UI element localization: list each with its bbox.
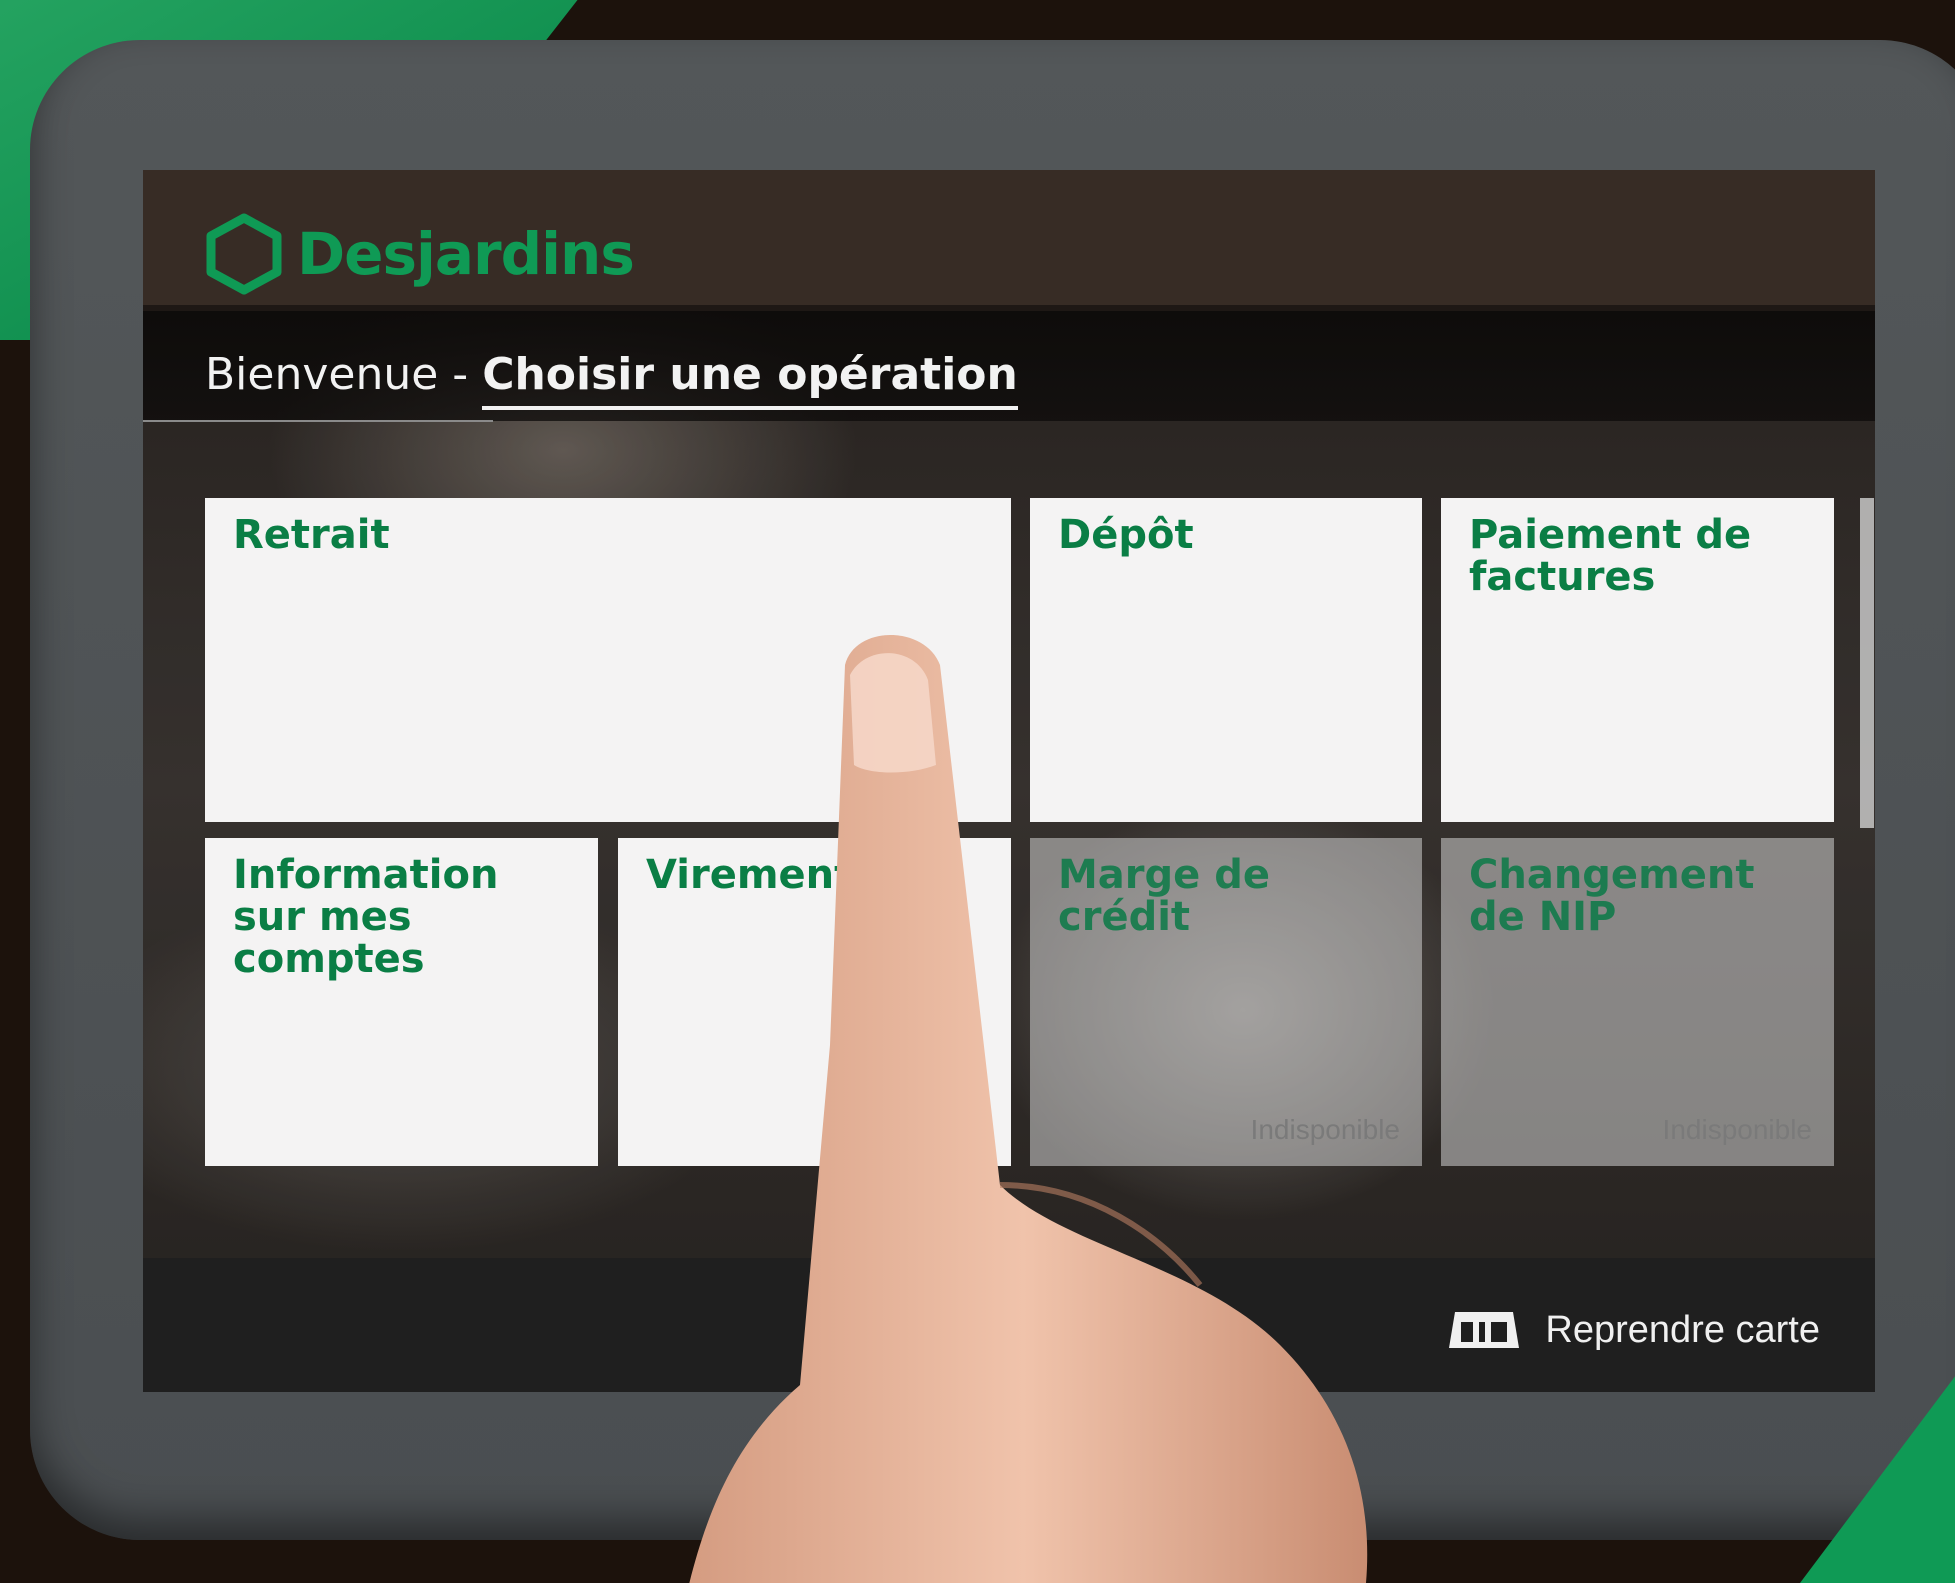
operation-label: Paiement de factures: [1469, 512, 1752, 600]
operation-bill-payment[interactable]: Paiement de factures: [1441, 498, 1834, 822]
greeting-active-step: Choisir une opération: [482, 349, 1018, 410]
header-divider: [143, 420, 493, 422]
scroll-indicator[interactable]: [1860, 498, 1874, 828]
operation-label: Retrait: [233, 512, 390, 558]
operation-account-info[interactable]: Information sur mes comptes: [205, 838, 598, 1166]
desjardins-logo: Desjardins: [205, 212, 635, 296]
operation-label: Dépôt: [1058, 512, 1194, 558]
operation-deposit[interactable]: Dépôt: [1030, 498, 1422, 822]
unavailable-status: Indisponible: [1250, 1114, 1400, 1145]
greeting-prefix: Bienvenue -: [205, 349, 469, 400]
operation-label: Changement de NIP: [1469, 852, 1755, 940]
brand-header: Desjardins: [143, 170, 1875, 311]
brand-name: Desjardins: [297, 220, 635, 288]
page-header: Bienvenue - Choisir une opération: [143, 311, 1875, 421]
operation-label: Information sur mes comptes: [233, 852, 499, 982]
return-card-button[interactable]: Reprendre carte: [1447, 1308, 1820, 1352]
hexagon-logo-icon: [206, 213, 282, 295]
operation-label: Marge de crédit: [1058, 852, 1270, 940]
operation-label: Virement: [646, 852, 854, 898]
operation-pin-change: Changement de NIP Indisponible: [1441, 838, 1834, 1166]
unavailable-status: Indisponible: [1662, 1114, 1812, 1145]
atm-screen: Desjardins Bienvenue - Choisir une opéra…: [143, 170, 1875, 1392]
return-card-label: Reprendre carte: [1545, 1308, 1820, 1351]
card-return-icon: [1449, 1312, 1520, 1348]
operation-transfer[interactable]: Virement: [618, 838, 1011, 1166]
page-title: Bienvenue - Choisir une opération: [205, 349, 1018, 410]
footer-bar: Reprendre carte: [143, 1258, 1875, 1392]
operation-credit-line: Marge de crédit Indisponible: [1030, 838, 1422, 1166]
atm-scene: Desjardins Bienvenue - Choisir une opéra…: [0, 0, 1955, 1583]
operation-withdrawal[interactable]: Retrait: [205, 498, 1011, 822]
